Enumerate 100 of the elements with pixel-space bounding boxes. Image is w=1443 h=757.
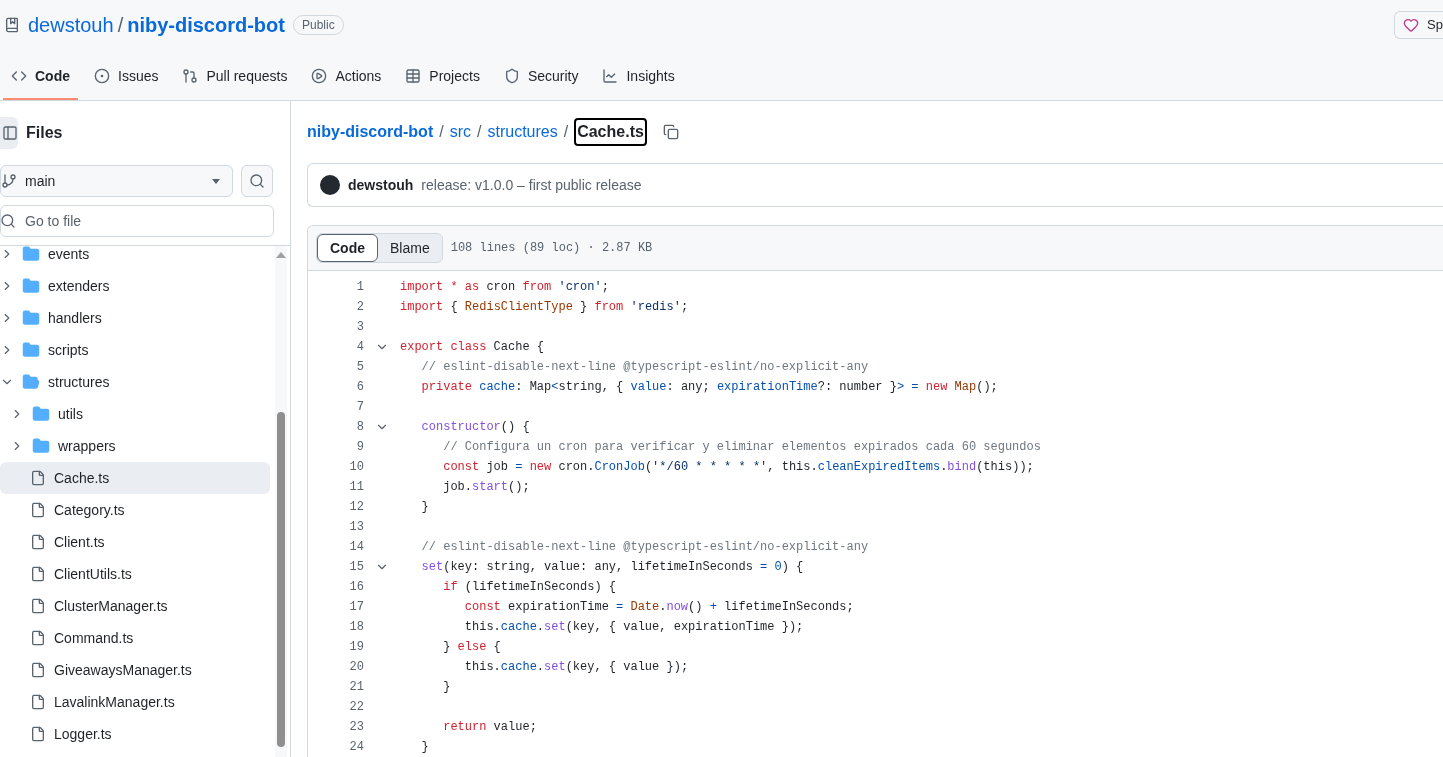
shield-icon: [503, 68, 520, 84]
line-number[interactable]: 20: [308, 658, 364, 676]
line-number[interactable]: 9: [308, 438, 364, 456]
play-icon: [311, 68, 328, 84]
search-icon: [0, 213, 16, 229]
line-number[interactable]: 22: [308, 698, 364, 716]
folder-icon: [32, 437, 50, 455]
folder-name: wrappers: [58, 436, 116, 456]
repo-tab[interactable]: Issues: [86, 54, 167, 100]
line-number[interactable]: 2: [308, 298, 364, 316]
file-row[interactable]: LavalinkManager.ts: [0, 686, 270, 718]
file-info: 108 lines (89 loc) · 2.87 KB: [450, 240, 653, 257]
owner-link[interactable]: dewstouh: [28, 10, 114, 40]
line-number[interactable]: 7: [308, 398, 364, 416]
code-line: const job = new cron.CronJob('*/60 * * * * *', this.cleanExpiredItems.bind(this));: [442, 459, 1034, 476]
line-number[interactable]: 18: [308, 618, 364, 636]
code-line: // eslint-disable-next-line @typescript-eslint/no-explicit-any: [420, 539, 869, 556]
view-tab[interactable]: Blame: [378, 234, 442, 262]
breadcrumb-separator: /: [563, 122, 569, 142]
file-row[interactable]: Command.ts: [0, 622, 270, 654]
line-number[interactable]: 14: [308, 538, 364, 556]
collapse-sidebar-button[interactable]: [0, 117, 18, 149]
line-number[interactable]: 19: [308, 638, 364, 656]
line-number[interactable]: 6: [308, 378, 364, 396]
code-line: private cache: Map<string, { value: any; expirationTime?: number }> = new Map();: [420, 379, 998, 396]
file-row[interactable]: ClientUtils.ts: [0, 558, 270, 590]
line-number[interactable]: 5: [308, 358, 364, 376]
file-row[interactable]: Category.ts: [0, 494, 270, 526]
panel-icon: [2, 125, 18, 141]
scrollbar[interactable]: [275, 246, 287, 757]
folder-row[interactable]: utils: [0, 398, 270, 430]
line-number[interactable]: 17: [308, 598, 364, 616]
copy-icon: [662, 124, 679, 140]
line-number[interactable]: 23: [308, 718, 364, 736]
line-number[interactable]: 12: [308, 498, 364, 516]
scrollbar-thumb[interactable]: [277, 412, 285, 747]
repo-tab[interactable]: Security: [495, 54, 587, 100]
commit-author[interactable]: dewstouh: [348, 174, 414, 196]
folder-name: events: [48, 246, 90, 264]
line-number[interactable]: 4: [308, 338, 364, 356]
breadcrumb-separator: /: [477, 122, 482, 142]
file-row[interactable]: GiveawaysManager.ts: [0, 654, 270, 686]
folder-row[interactable]: scripts: [0, 334, 270, 366]
file-row[interactable]: Cache.ts: [0, 462, 270, 494]
breadcrumb-link[interactable]: structures: [487, 120, 558, 144]
folder-row[interactable]: structures: [0, 366, 270, 398]
issues-icon: [94, 68, 110, 84]
file-row[interactable]: Logger.ts: [0, 718, 270, 750]
breadcrumb-link[interactable]: src: [449, 120, 471, 144]
folder-name: structures: [48, 372, 110, 392]
code-line: }: [420, 499, 429, 516]
avatar: [320, 175, 340, 195]
line-number[interactable]: 1: [308, 278, 364, 296]
go-to-file-field[interactable]: Go to file: [0, 205, 274, 237]
repo-tab[interactable]: Insights: [594, 54, 683, 100]
sponsor-button[interactable]: Sp: [1394, 11, 1443, 39]
repo-tab[interactable]: Actions: [303, 54, 390, 100]
repo-tab[interactable]: Projects: [397, 54, 488, 100]
commit-message[interactable]: release: v1.0.0 – first public release: [421, 174, 642, 196]
file-name: Command.ts: [54, 628, 134, 648]
code-line: } else {: [442, 639, 501, 656]
table-icon: [405, 68, 422, 84]
folder-icon: [22, 246, 40, 263]
branch-selector[interactable]: main: [0, 165, 233, 197]
folder-icon: [22, 309, 40, 327]
breadcrumb-link[interactable]: niby-discord-bot: [307, 120, 434, 144]
line-number[interactable]: 3: [308, 318, 364, 336]
file-name: LavalinkManager.ts: [54, 692, 175, 712]
code-line: import * as cron from 'cron';: [400, 279, 609, 296]
graph-icon: [602, 68, 619, 84]
folder-row[interactable]: handlers: [0, 302, 270, 334]
repo-tab[interactable]: Pull requests: [174, 54, 296, 100]
code-line: constructor() {: [420, 419, 530, 436]
line-number[interactable]: 15: [308, 558, 364, 576]
file-name: Category.ts: [54, 500, 125, 520]
line-number[interactable]: 10: [308, 458, 364, 476]
heart-icon: [1403, 17, 1420, 33]
pull-request-icon: [182, 68, 199, 84]
repo-icon: [4, 17, 20, 33]
line-number[interactable]: 11: [308, 478, 364, 496]
file-icon: [30, 726, 46, 742]
line-number[interactable]: 21: [308, 678, 364, 696]
search-button[interactable]: [241, 165, 273, 197]
sidebar-title: Files: [26, 123, 63, 143]
line-number[interactable]: 8: [308, 418, 364, 436]
folder-row[interactable]: events: [0, 246, 270, 270]
folder-row[interactable]: extenders: [0, 270, 270, 302]
file-row[interactable]: ClusterManager.ts: [0, 590, 270, 622]
code-line: // Configura un cron para verificar y eliminar elementos expirados cada 60 segundos: [442, 439, 1041, 456]
folder-icon: [22, 277, 40, 295]
view-tab[interactable]: Code: [317, 234, 378, 262]
file-row[interactable]: Client.ts: [0, 526, 270, 558]
repo-name-link[interactable]: niby-discord-bot: [127, 10, 285, 40]
line-number[interactable]: 16: [308, 578, 364, 596]
line-number[interactable]: 24: [308, 738, 364, 756]
folder-row[interactable]: wrappers: [0, 430, 270, 462]
file-name: Client.ts: [54, 532, 105, 552]
file-name: Cache.ts: [54, 468, 110, 488]
repo-tab[interactable]: Code: [3, 54, 78, 100]
line-number[interactable]: 13: [308, 518, 364, 536]
